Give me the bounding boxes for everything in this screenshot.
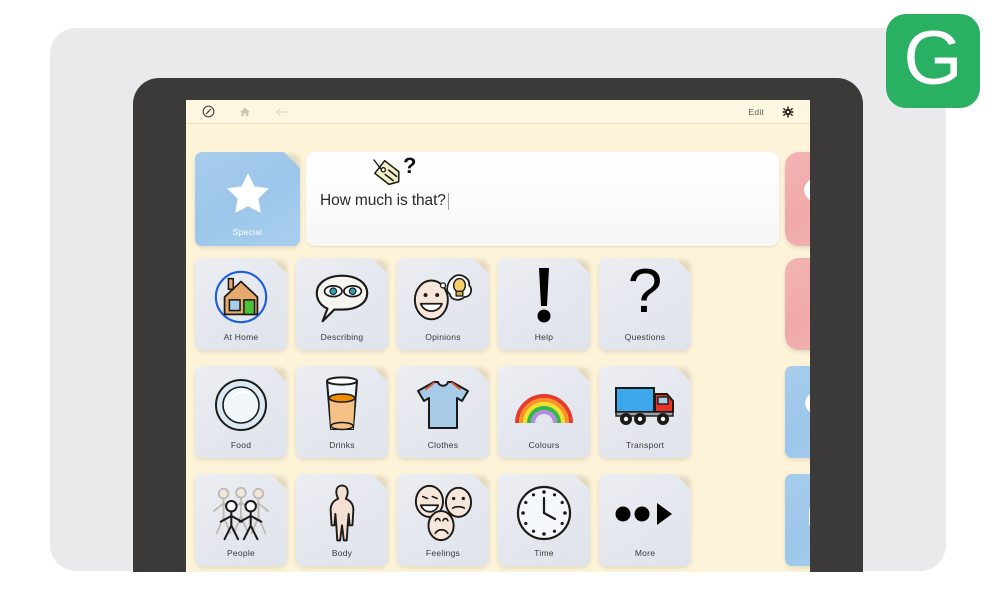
- grid-cell-questions[interactable]: ? Questions: [599, 258, 691, 350]
- quick-talk-button[interactable]: Quick Talk: [785, 366, 810, 458]
- tshirt-icon: [397, 366, 489, 440]
- grid-cell-label: Feelings: [425, 548, 461, 558]
- grid-cell-opinions[interactable]: Opinions: [397, 258, 489, 350]
- speak-button[interactable]: Speak: [785, 152, 810, 246]
- grid-cell-describing[interactable]: Describing: [296, 258, 388, 350]
- special-button-label: Special: [232, 227, 263, 237]
- app-screen: Edit Special ? How much is that? At Home…: [186, 100, 810, 572]
- grid-cell-label: Opinions: [425, 332, 461, 342]
- grid-content: Special ? How much is that? At Home Desc…: [186, 124, 810, 572]
- grid-cell-colours[interactable]: Colours: [498, 366, 590, 458]
- svg-text:?: ?: [628, 266, 662, 326]
- human-body-icon: [296, 474, 388, 548]
- grid-cell-body[interactable]: Body: [296, 474, 388, 566]
- grid-cell-label: Help: [534, 332, 554, 342]
- grid-cell-label: Clothes: [427, 440, 459, 450]
- grid-cell-label: People: [227, 548, 255, 558]
- app-toolbar: Edit: [186, 100, 810, 124]
- message-text: How much is that?: [320, 192, 446, 209]
- keyboard-button[interactable]: Keyboard: [785, 474, 810, 566]
- grid-cell-label: Body: [331, 548, 353, 558]
- three-faces-icon: [397, 474, 489, 548]
- eyes-speech-bubble-icon: [296, 258, 388, 332]
- speech-bubble-icon: [785, 152, 810, 227]
- exclamation-mark-icon: [498, 258, 590, 332]
- question-mark-icon: ?: [599, 258, 691, 332]
- more-arrow-icon: [599, 474, 691, 548]
- grid-cell-at-home[interactable]: At Home: [195, 258, 287, 350]
- grid-cell-transport[interactable]: Transport: [599, 366, 691, 458]
- compass-slash-icon[interactable]: [198, 102, 218, 122]
- grid-cell-feelings[interactable]: Feelings: [397, 474, 489, 566]
- grid-cell-label: Colours: [528, 440, 560, 450]
- special-button[interactable]: Special: [195, 152, 300, 246]
- grid-cell-more[interactable]: More: [599, 474, 691, 566]
- message-symbol: ?: [320, 156, 765, 190]
- rainbow-icon: [498, 366, 590, 440]
- grid-cell-time[interactable]: Time: [498, 474, 590, 566]
- text-caret: [447, 192, 449, 210]
- gear-icon[interactable]: [778, 102, 798, 122]
- clear-button[interactable]: Clear: [785, 258, 810, 350]
- clock-icon: [498, 474, 590, 548]
- keyboard-icon: [785, 474, 810, 548]
- grid-cell-people[interactable]: People: [195, 474, 287, 566]
- grid-cell-label: Describing: [320, 332, 364, 342]
- grid-cell-label: More: [634, 548, 656, 558]
- home-icon[interactable]: [235, 102, 255, 122]
- face-thought-bulb-icon: [397, 258, 489, 332]
- star-icon: [195, 152, 300, 227]
- trash-can-icon: [785, 258, 810, 332]
- back-arrow-icon[interactable]: [272, 102, 292, 122]
- message-bar[interactable]: ? How much is that?: [306, 152, 779, 246]
- edit-button[interactable]: Edit: [749, 107, 764, 117]
- house-icon: [195, 258, 287, 332]
- svg-text:?: ?: [403, 156, 416, 178]
- grid-cell-label: Food: [230, 440, 252, 450]
- grid-cell-clothes[interactable]: Clothes: [397, 366, 489, 458]
- glass-of-juice-icon: [296, 366, 388, 440]
- grid-cell-label: Time: [534, 548, 554, 558]
- speech-bubble-icon: [785, 366, 810, 440]
- grid-cell-drinks[interactable]: Drinks: [296, 366, 388, 458]
- plate-icon: [195, 366, 287, 440]
- grid-cell-label: Drinks: [329, 440, 355, 450]
- truck-icon: [599, 366, 691, 440]
- grid-cell-label: At Home: [223, 332, 259, 342]
- group-of-people-icon: [195, 474, 287, 548]
- brand-logo: G: [886, 14, 980, 108]
- grid-cell-food[interactable]: Food: [195, 366, 287, 458]
- quick-talk-label: Quick Talk: [809, 440, 810, 450]
- grid-cell-help[interactable]: Help: [498, 258, 590, 350]
- grid-cell-label: Questions: [624, 332, 666, 342]
- grid-cell-label: Transport: [625, 440, 665, 450]
- brand-logo-letter: G: [903, 16, 963, 101]
